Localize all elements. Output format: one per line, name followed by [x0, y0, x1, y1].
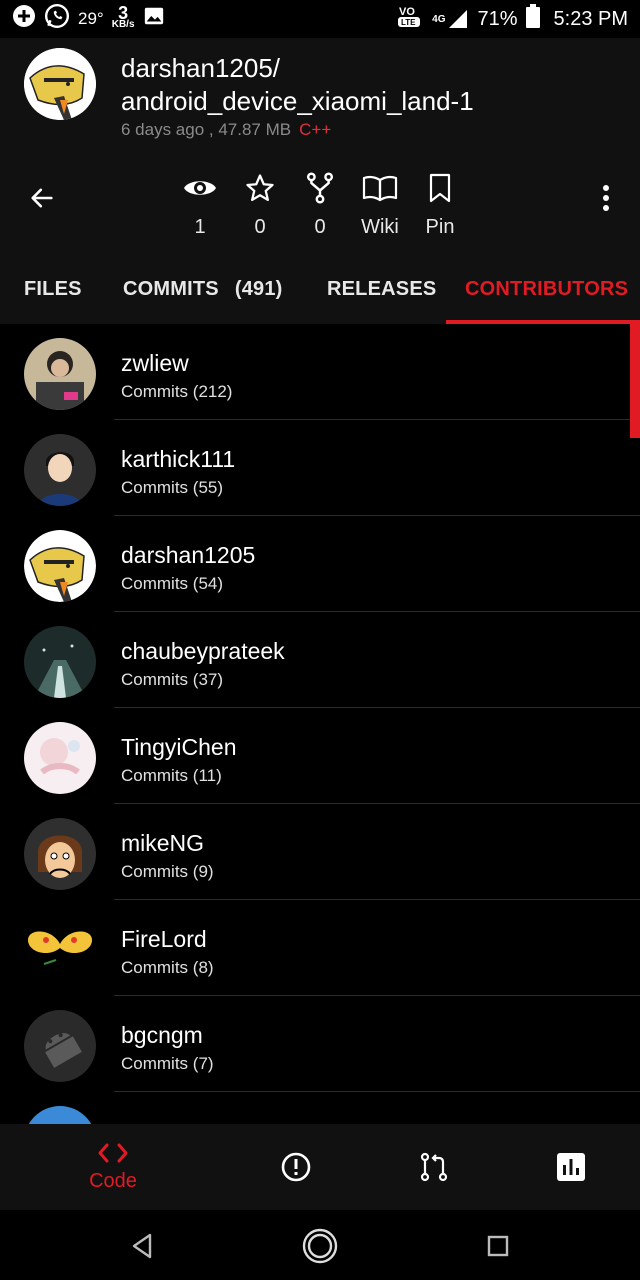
volte-icon: VO LTE [396, 3, 424, 35]
avatar [24, 338, 96, 410]
whatsapp-icon [44, 3, 70, 35]
list-item[interactable]: FireLord Commits (8) [0, 900, 640, 996]
eye-icon [184, 181, 216, 195]
avatar [24, 530, 96, 602]
list-item[interactable] [0, 1092, 640, 1124]
battery-icon [525, 4, 540, 34]
clock: 5:23 PM [553, 7, 628, 30]
pull-request-icon [420, 1152, 448, 1182]
list-item[interactable]: zwliew Commits (212) [0, 324, 640, 420]
list-item[interactable]: darshan1205 Commits (54) [0, 516, 640, 612]
contributor-name: darshan1205 [121, 542, 256, 568]
watchers-button[interactable]: 1 [170, 170, 230, 239]
contributor-commits: Commits (8) [121, 958, 214, 977]
contributor-name: TingyiChen [121, 734, 237, 760]
nav-code-button[interactable]: Code [78, 1124, 148, 1210]
battery-percent: 71% [477, 7, 518, 30]
bottom-navigation: Code [0, 1124, 640, 1210]
more-vert-icon [603, 185, 609, 211]
avatar [24, 1106, 96, 1124]
avatar [24, 434, 96, 506]
nav-issues-button[interactable] [276, 1124, 316, 1210]
contributors-list: zwliew Commits (212) karthick111 Commits… [0, 324, 640, 1124]
book-icon [362, 175, 398, 202]
stars-button[interactable]: 0 [230, 170, 290, 239]
list-item[interactable]: bgcngm Commits (7) [0, 996, 640, 1092]
pin-button[interactable]: Pin [410, 170, 470, 239]
repo-owner-avatar[interactable] [24, 48, 96, 120]
system-recents-button[interactable] [478, 1226, 518, 1266]
repo-language: C++ [299, 120, 332, 139]
more-options-button[interactable] [592, 178, 620, 218]
repo-title: darshan1205/ android_device_xiaomi_land-… [121, 53, 474, 116]
contributor-commits: Commits (54) [121, 574, 224, 593]
temperature: 29° [78, 9, 104, 28]
gallery-icon [143, 5, 165, 33]
add-notification-icon [12, 4, 36, 34]
avatar [24, 626, 96, 698]
nav-code-label: Code [89, 1169, 137, 1192]
nav-pull-requests-button[interactable] [414, 1124, 454, 1210]
repo-tabs: FILES COMMITS (491) RELEASES CONTRIBUTOR… [0, 254, 640, 324]
forks-count: 0 [314, 216, 326, 238]
avatar [24, 722, 96, 794]
tab-contributors[interactable]: CONTRIBUTORS [465, 254, 628, 324]
tab-commits[interactable]: COMMITS (491) [123, 254, 283, 324]
wiki-button[interactable]: Wiki [350, 170, 410, 239]
avatar [24, 818, 96, 890]
tab-commits-count: (491) [234, 277, 283, 300]
signal-icon: 4G [432, 8, 469, 30]
fork-icon [306, 172, 334, 204]
list-item[interactable]: karthick111 Commits (55) [0, 420, 640, 516]
contributor-commits: Commits (212) [121, 382, 233, 401]
wiki-label: Wiki [361, 216, 399, 238]
list-item[interactable]: chaubeyprateek Commits (37) [0, 612, 640, 708]
contributor-name: zwliew [121, 350, 189, 376]
nav-insights-button[interactable] [551, 1124, 591, 1210]
issues-icon [281, 1152, 311, 1182]
forks-button[interactable]: 0 [290, 170, 350, 239]
repo-meta: 6 days ago , 47.87 MB C++ [121, 120, 331, 140]
triangle-back-icon [132, 1233, 152, 1259]
contributor-name: mikeNG [121, 830, 205, 856]
bookmark-icon [429, 173, 451, 203]
stars-count: 0 [254, 216, 266, 238]
tab-files[interactable]: FILES [24, 254, 82, 324]
tab-releases[interactable]: RELEASES [327, 254, 436, 324]
network-speed: 3 KB/s [111, 3, 135, 30]
contributor-commits: Commits (7) [121, 1054, 214, 1073]
contributor-commits: Commits (9) [121, 862, 214, 881]
contributor-name: chaubeyprateek [121, 638, 285, 664]
list-item[interactable]: TingyiChen Commits (11) [0, 708, 640, 804]
arrow-back-icon [31, 188, 53, 208]
scroll-indicator[interactable] [630, 324, 640, 438]
back-button[interactable] [22, 178, 62, 218]
watchers-count: 1 [194, 216, 206, 238]
status-bar: 29° 3 KB/s VO LTE 4G 71% 5:23 PM [0, 0, 640, 38]
system-home-button[interactable] [300, 1226, 340, 1266]
repo-updated-size: 6 days ago , 47.87 MB [121, 120, 292, 139]
code-icon [98, 1143, 128, 1162]
home-circle-icon [302, 1228, 338, 1264]
svg-text:VO: VO [399, 6, 415, 18]
system-back-button[interactable] [122, 1226, 162, 1266]
contributor-commits: Commits (55) [121, 478, 224, 497]
avatar [24, 1010, 96, 1082]
star-icon [246, 174, 274, 201]
system-navigation-bar [0, 1210, 640, 1280]
svg-text:LTE: LTE [401, 18, 416, 27]
square-recents-icon [487, 1235, 509, 1257]
contributor-commits: Commits (11) [121, 766, 222, 785]
contributor-name: karthick111 [121, 446, 236, 472]
contributor-name: FireLord [121, 926, 207, 952]
pin-label: Pin [425, 216, 455, 238]
contributor-name: bgcngm [121, 1022, 203, 1048]
list-item[interactable]: mikeNG Commits (9) [0, 804, 640, 900]
chart-icon [557, 1153, 585, 1181]
contributor-commits: Commits (37) [121, 670, 224, 689]
tab-commits-label: COMMITS [123, 277, 219, 300]
avatar [24, 914, 96, 986]
